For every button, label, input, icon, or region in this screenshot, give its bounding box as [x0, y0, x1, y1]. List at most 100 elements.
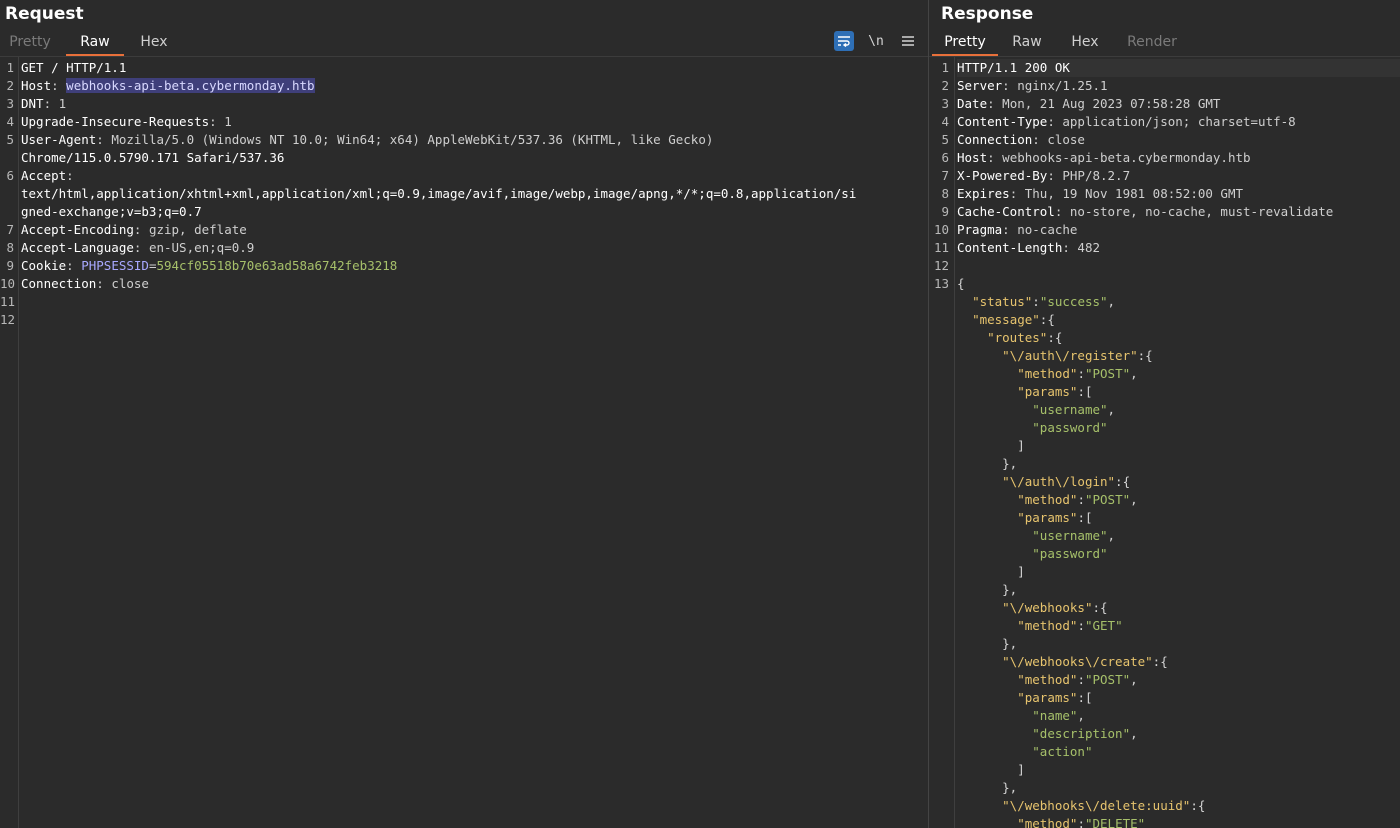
response-tab-pretty[interactable]: Pretty — [932, 30, 998, 56]
header-separator: : — [96, 276, 112, 291]
request-editor[interactable]: 1 GET / HTTP/1.1 2 Host: webhooks-api-beta.… — [0, 57, 928, 828]
header-separator: : — [1002, 78, 1018, 93]
request-code[interactable]: 1 GET / HTTP/1.1 2 Host: webhooks-api-beta.… — [0, 59, 928, 329]
json-punctuation: }, — [1002, 582, 1018, 597]
response-json-line: }, — [957, 779, 1400, 797]
json-key: "params" — [1017, 510, 1078, 525]
json-punctuation: : — [1077, 816, 1085, 828]
line-number: 6 — [6, 168, 14, 183]
json-key: "params" — [1017, 690, 1078, 705]
response-json-line: "username", — [957, 401, 1400, 419]
line-number: 11 — [0, 294, 16, 309]
request-title: Request — [5, 4, 84, 24]
request-line: 7 Accept-Encoding: gzip, deflate — [6, 221, 928, 239]
json-punctuation: , — [1107, 294, 1116, 309]
request-line: Chrome/115.0.5790.171 Safari/537.36 — [21, 149, 928, 167]
json-punctuation: :{ — [1115, 474, 1131, 489]
response-json-line: "password" — [957, 545, 1400, 563]
header-separator: : — [987, 150, 1003, 165]
request-tab-pretty[interactable]: Pretty — [0, 30, 60, 56]
word-wrap-icon[interactable] — [834, 31, 854, 51]
response-tab-raw[interactable]: Raw — [998, 30, 1056, 56]
header-name: Content-Type — [957, 114, 1048, 129]
header-name: Connection — [957, 132, 1033, 147]
json-punctuation: :[ — [1077, 510, 1093, 525]
header-value: close — [111, 276, 149, 291]
header-name: Host — [957, 150, 988, 165]
header-value: Mozilla/5.0 (Windows NT 10.0; Win64; x64… — [111, 132, 714, 147]
request-tab-raw[interactable]: Raw — [66, 30, 124, 56]
request-line: text/html,application/xhtml+xml,applicat… — [21, 185, 928, 203]
header-value: 1 — [58, 96, 67, 111]
response-code[interactable]: 1 HTTP/1.1 200 OK 2 Server: nginx/1.25.1 3 Da… — [934, 59, 1400, 828]
response-title: Response — [941, 4, 1034, 24]
response-json-line: "description", — [957, 725, 1400, 743]
line-text: Chrome/115.0.5790.171 Safari/537.36 — [21, 150, 285, 165]
json-string: "password" — [1032, 420, 1108, 435]
line-number: 8 — [941, 186, 949, 201]
request-line: 2 Host: webhooks-api-beta.cybermonday.htb — [6, 77, 928, 95]
request-line: 11 — [0, 293, 928, 311]
response-json-line: ] — [957, 563, 1400, 581]
json-string: "description" — [1032, 726, 1131, 741]
json-punctuation: :{ — [1092, 600, 1108, 615]
header-separator: : — [96, 132, 112, 147]
json-punctuation: , — [1107, 528, 1116, 543]
response-line: 7 X-Powered-By: PHP/8.2.7 — [941, 167, 1400, 185]
header-value: close — [1047, 132, 1085, 147]
line-number: 2 — [941, 78, 949, 93]
response-tab-render[interactable]: Render — [1114, 30, 1190, 56]
json-key: "method" — [1017, 816, 1078, 828]
header-separator: : — [1054, 204, 1070, 219]
header-value: no-store, no-cache, must-revalidate — [1069, 204, 1334, 219]
request-tab-hex[interactable]: Hex — [126, 30, 182, 56]
request-line: 5 User-Agent: Mozilla/5.0 (Windows NT 10.… — [6, 131, 928, 149]
hamburger-menu-icon[interactable] — [898, 31, 918, 51]
request-line: 4 Upgrade-Insecure-Requests: 1 — [6, 113, 928, 131]
response-json-line: "\/webhooks\/delete:uuid":{ — [957, 797, 1400, 815]
line-number: 8 — [6, 240, 14, 255]
newline-toggle-button[interactable]: \n — [866, 31, 886, 51]
json-punctuation: , — [1130, 726, 1138, 741]
cookie-name: PHPSESSID — [81, 258, 149, 273]
header-name: Host — [21, 78, 52, 93]
json-string: "name" — [1032, 708, 1078, 723]
response-json-line: "method":"DELETE" — [957, 815, 1400, 828]
response-line: 12 — [934, 257, 1400, 275]
response-editor[interactable]: 1 HTTP/1.1 200 OK 2 Server: nginx/1.25.1 3 Da… — [929, 57, 1400, 828]
response-json-line: "action" — [957, 743, 1400, 761]
json-key: "status" — [972, 294, 1033, 309]
response-tab-hex[interactable]: Hex — [1056, 30, 1114, 56]
line-number: 5 — [6, 132, 14, 147]
request-line: gned-exchange;v=b3;q=0.7 — [21, 203, 928, 221]
json-punctuation: , — [1130, 492, 1138, 507]
line-number: 11 — [933, 240, 949, 255]
response-line: 2 Server: nginx/1.25.1 — [941, 77, 1400, 95]
response-json-line: "method":"POST", — [957, 491, 1400, 509]
request-line: 6 Accept: — [6, 167, 928, 185]
response-json-line: "\/webhooks\/create":{ — [957, 653, 1400, 671]
response-line: 8 Expires: Thu, 19 Nov 1981 08:52:00 GMT — [941, 185, 1400, 203]
json-string: "password" — [1032, 546, 1108, 561]
response-pane: Response Pretty Raw Hex Render 1 HTTP/1.1… — [929, 0, 1400, 828]
selected-host-value: webhooks-api-beta.cybermonday.htb — [66, 78, 315, 93]
json-key: "method" — [1017, 366, 1078, 381]
response-json-line: }, — [957, 455, 1400, 473]
response-json-line: "params":[ — [957, 689, 1400, 707]
json-key: "method" — [1017, 492, 1078, 507]
header-separator: : — [66, 258, 82, 273]
response-line: 3 Date: Mon, 21 Aug 2023 07:58:28 GMT — [941, 95, 1400, 113]
response-json-line: "status":"success", — [957, 293, 1400, 311]
response-json-line: "method":"POST", — [957, 365, 1400, 383]
json-punctuation: ] — [1017, 564, 1025, 579]
json-punctuation: :{ — [1047, 330, 1063, 345]
header-value: Mon, 21 Aug 2023 07:58:28 GMT — [1002, 96, 1221, 111]
header-value: application/json; charset=utf-8 — [1062, 114, 1296, 129]
